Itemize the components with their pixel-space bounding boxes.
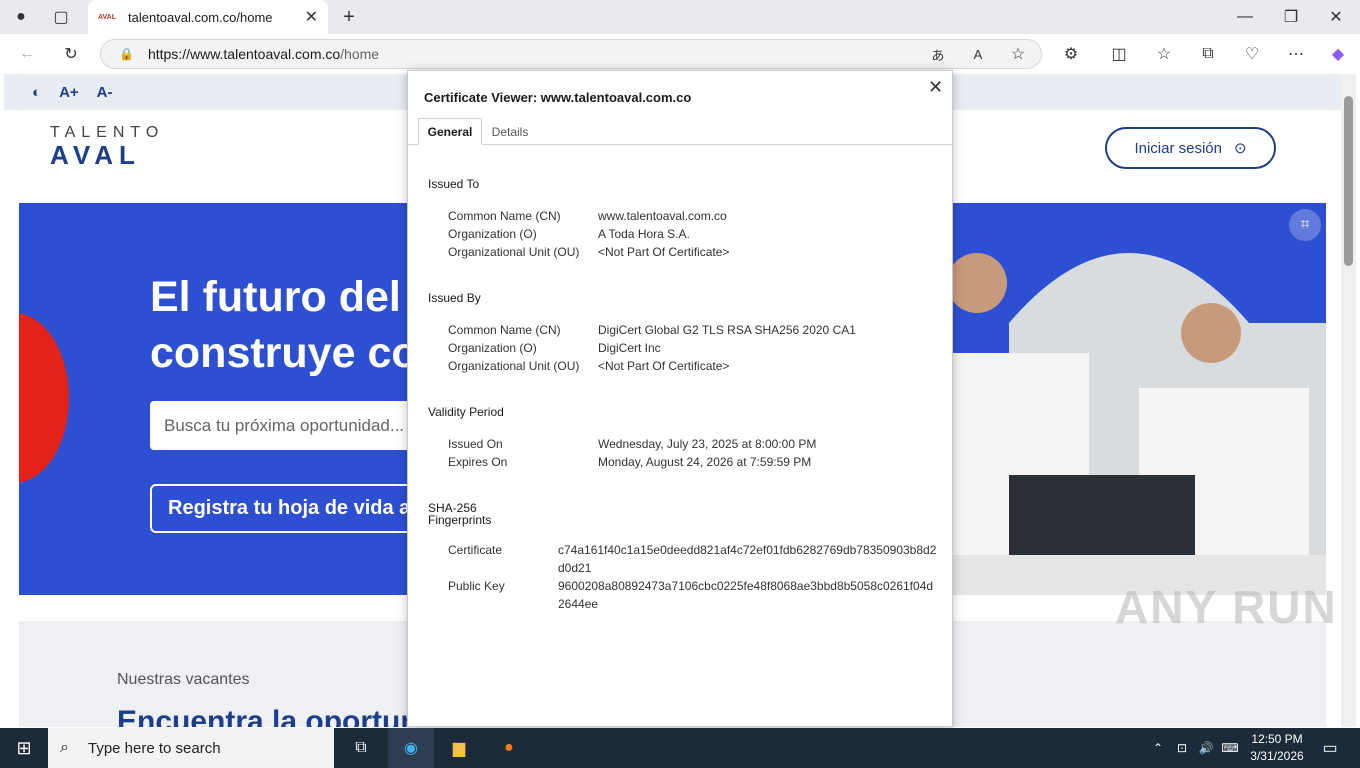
issued-by-o-label: Organization (O) <box>448 341 537 355</box>
issued-to-cn-value: www.talentoaval.com.co <box>598 209 727 223</box>
login-button[interactable]: Iniciar sesión ⊙ <box>1105 127 1276 169</box>
translate-icon[interactable]: あ <box>925 41 951 67</box>
issued-by-cn-value: DigiCert Global G2 TLS RSA SHA256 2020 C… <box>598 323 856 337</box>
login-label: Iniciar sesión <box>1134 139 1222 157</box>
hero-red-shape <box>19 313 69 483</box>
page-scrollbar[interactable] <box>1341 74 1356 727</box>
favorite-star-icon[interactable]: ☆ <box>1005 41 1031 67</box>
font-increase-button[interactable]: A+ <box>59 84 79 101</box>
contrast-icon[interactable]: ◐ <box>32 84 41 101</box>
taskbar-search-icon: ⌕ <box>60 739 69 756</box>
issued-to-o-value: A Toda Hora S.A. <box>598 227 690 241</box>
edge-taskbar-icon[interactable]: ◉ <box>388 728 434 768</box>
hero-title: El futuro del p construye co <box>150 273 439 377</box>
register-cv-button[interactable]: Registra tu hoja de vida ac <box>150 484 440 533</box>
certificate-viewer-dialog: Certificate Viewer: www.talentoaval.com.… <box>407 70 954 727</box>
issued-by-ou-label: Organizational Unit (OU) <box>448 359 580 373</box>
issued-to-heading: Issued To <box>428 177 480 191</box>
close-tab-icon[interactable]: ✕ <box>305 7 318 27</box>
font-decrease-button[interactable]: A- <box>97 84 113 101</box>
restore-icon[interactable]: ❐ <box>1278 4 1304 30</box>
tab-actions-icon[interactable]: ▢ <box>48 5 74 29</box>
register-cv-label: Registra tu hoja de vida ac <box>168 497 422 519</box>
site-favicon-icon: AVAL <box>98 13 117 21</box>
extensions-icon[interactable]: ⚙ <box>1058 41 1084 67</box>
dialog-close-icon[interactable]: ✕ <box>928 77 943 98</box>
new-tab-icon[interactable]: + <box>336 4 362 30</box>
issued-by-ou-value: <Not Part Of Certificate> <box>598 359 730 373</box>
scrollbar-thumb[interactable] <box>1344 96 1353 266</box>
tab-general[interactable]: General <box>418 118 482 145</box>
taskbar-clock[interactable]: 12:50 PM 3/31/2026 <box>1246 731 1308 765</box>
taskbar-search-placeholder: Type here to search <box>88 739 221 757</box>
input-indicator-icon[interactable]: ⌨ <box>1218 728 1242 768</box>
windows-start-icon[interactable]: ⊞ <box>0 728 48 768</box>
refresh-icon[interactable]: ↻ <box>58 41 84 67</box>
taskbar-search-box[interactable]: ⌕ Type here to search <box>48 728 334 768</box>
dialog-title: Certificate Viewer: www.talentoaval.com.… <box>424 90 692 105</box>
job-search-input[interactable]: Busca tu próxima oportunidad... <box>150 401 440 450</box>
clock-time: 12:50 PM <box>1251 732 1303 746</box>
visual-search-icon[interactable]: ⌗ <box>1289 209 1321 241</box>
file-explorer-icon[interactable]: ▆ <box>436 728 482 768</box>
vacancies-title: Encuentra la oportuni <box>117 705 428 727</box>
login-arrow-icon: ⊙ <box>1233 140 1247 157</box>
issued-to-cn-label: Common Name (CN) <box>448 209 561 223</box>
validity-heading: Validity Period <box>428 405 504 419</box>
cert-fingerprint-value: c74a161f40c1a15e0deedd821af4c72ef01fdb62… <box>558 543 937 575</box>
windows-taskbar: ⊞ ⌕ Type here to search ⧉ ◉ ▆ ● ⌃ ⊡ 🔊 ⌨ … <box>0 728 1360 768</box>
issued-to-o-label: Organization (O) <box>448 227 537 241</box>
back-icon[interactable]: ← <box>14 41 40 67</box>
issued-by-cn-label: Common Name (CN) <box>448 323 561 337</box>
favorites-icon[interactable]: ☆ <box>1151 41 1177 67</box>
split-screen-icon[interactable]: ◫ <box>1106 41 1132 67</box>
firefox-icon[interactable]: ● <box>486 728 532 768</box>
issued-to-ou-value: <Not Part Of Certificate> <box>598 245 730 259</box>
logo-text-bottom: AVAL <box>50 142 141 168</box>
issued-to-ou-label: Organizational Unit (OU) <box>448 245 580 259</box>
job-search-placeholder: Busca tu próxima oportunidad... <box>164 415 405 435</box>
logo-text-top: TALENTO <box>50 124 165 141</box>
hero-photo-illustration <box>939 203 1326 595</box>
logo-aval-graphic: AVAL <box>50 140 141 170</box>
issued-on-value: Wednesday, July 23, 2025 at 8:00:00 PM <box>598 437 817 451</box>
pubkey-fingerprint-value: 9600208a80892473a7106cbc0225fe48f8068ae3… <box>558 579 934 611</box>
lock-icon[interactable]: 🔒 <box>119 47 134 61</box>
notifications-icon[interactable]: ▭ <box>1310 728 1350 768</box>
tray-chevron-icon[interactable]: ⌃ <box>1146 728 1170 768</box>
read-aloud-icon[interactable]: A <box>965 41 991 67</box>
volume-icon[interactable]: 🔊 <box>1194 728 1218 768</box>
url-path: /home <box>340 46 380 62</box>
address-bar[interactable]: 🔒 https://www.talentoaval.com.co/home <box>100 39 1042 69</box>
tab-title: talentoaval.com.co/home <box>128 9 273 25</box>
network-icon[interactable]: ⊡ <box>1170 728 1194 768</box>
expires-on-label: Expires On <box>448 455 508 469</box>
hero-photo <box>939 203 1326 595</box>
copilot-icon[interactable]: ◆ <box>1325 41 1351 67</box>
address-toolbar: ← ↻ 🔒 https://www.talentoaval.com.co/hom… <box>0 34 1360 74</box>
fingerprints-heading-2: Fingerprints <box>428 513 492 527</box>
close-window-icon[interactable]: ✕ <box>1323 4 1349 30</box>
site-logo[interactable]: TALENTO AVAL <box>50 124 190 176</box>
vacancies-subtitle: Nuestras vacantes <box>117 671 250 688</box>
cert-fingerprint-label: Certificate <box>448 543 503 557</box>
expires-on-value: Monday, August 24, 2026 at 7:59:59 PM <box>598 455 812 469</box>
tab-details[interactable]: Details <box>484 118 536 145</box>
issued-by-heading: Issued By <box>428 291 481 305</box>
performance-icon[interactable]: ♡ <box>1239 41 1265 67</box>
task-view-icon[interactable]: ⧉ <box>338 728 384 768</box>
clock-date: 3/31/2026 <box>1250 749 1304 763</box>
url-host: https://www.talentoaval.com.co <box>147 46 341 62</box>
collections-icon[interactable]: ⧉ <box>1195 41 1221 67</box>
minimize-icon[interactable]: — <box>1232 4 1258 30</box>
dialog-tabs: General Details <box>408 118 954 145</box>
more-options-icon[interactable]: ⋯ <box>1283 41 1309 67</box>
issued-on-label: Issued On <box>448 437 503 451</box>
profile-icon[interactable]: ● <box>8 5 34 29</box>
active-tab[interactable]: AVAL talentoaval.com.co/home ✕ <box>88 0 328 34</box>
anyrun-watermark: ANY RUN <box>1115 581 1338 633</box>
browser-tab-strip: ● ▢ AVAL talentoaval.com.co/home ✕ + — ❐… <box>0 0 1360 34</box>
pubkey-fingerprint-label: Public Key <box>448 579 505 593</box>
issued-by-o-value: DigiCert Inc <box>598 341 661 355</box>
